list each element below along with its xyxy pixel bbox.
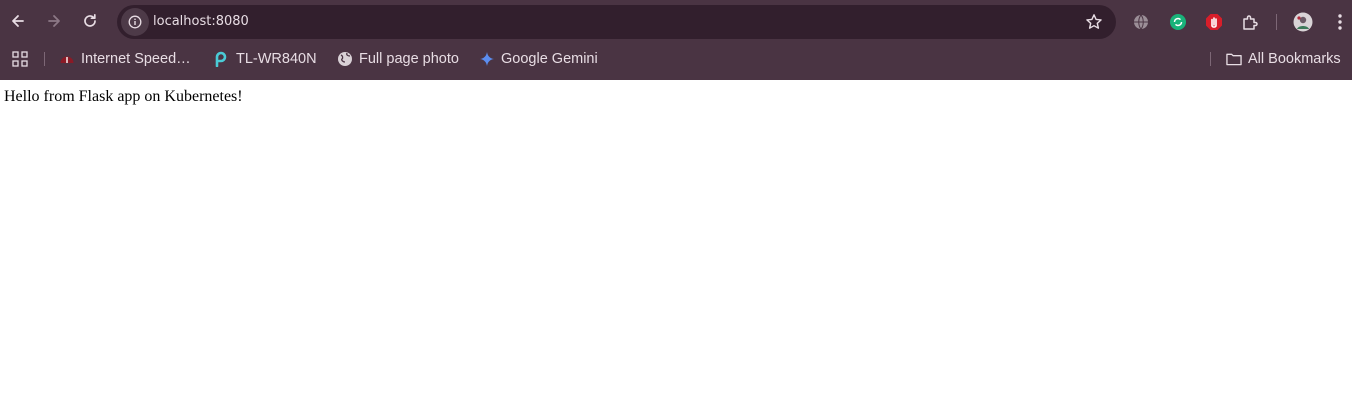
info-icon	[128, 15, 142, 29]
bookmark-star-button[interactable]	[1082, 10, 1106, 34]
avatar-icon	[1293, 12, 1313, 32]
red-hand-icon	[1206, 14, 1222, 30]
page-message: Hello from Flask app on Kubernetes!	[4, 88, 243, 105]
bookmark-label: Internet Speed…	[81, 51, 191, 67]
bookmark-label: Google Gemini	[501, 51, 598, 67]
adblock-extension-button[interactable]	[1202, 10, 1226, 34]
bookmarks-bar: Internet Speed… TL-WR840N Full page phot…	[0, 44, 1352, 74]
kebab-menu-icon	[1338, 14, 1342, 30]
globe-extension-icon	[1134, 14, 1148, 30]
profile-avatar-button[interactable]	[1291, 10, 1315, 34]
gemini-sparkle-icon	[479, 51, 495, 67]
browser-toolbar: localhost:8080	[0, 0, 1352, 44]
forward-button[interactable]	[40, 7, 68, 35]
bookmark-tl-wr840n[interactable]: TL-WR840N	[214, 47, 317, 71]
reload-icon	[84, 13, 96, 27]
sync-extension-button[interactable]	[1166, 10, 1190, 34]
apps-button[interactable]	[12, 47, 28, 71]
toolbar-divider	[1276, 14, 1277, 30]
bookmarks-divider	[44, 52, 45, 66]
tplink-icon	[214, 51, 230, 67]
folder-icon	[1226, 51, 1242, 67]
translate-extension-button[interactable]	[1129, 10, 1153, 34]
puzzle-icon	[1243, 15, 1258, 30]
browser-chrome: localhost:8080 Internet Speed… TL-WR840N…	[0, 0, 1352, 80]
url-text[interactable]: localhost:8080	[153, 5, 249, 39]
bookmark-label: Full page photo	[359, 51, 459, 67]
bookmark-full-page-photo[interactable]: Full page photo	[337, 47, 459, 71]
globe-icon	[337, 51, 353, 67]
all-bookmarks-label: All Bookmarks	[1248, 51, 1341, 67]
bookmark-internet-speed[interactable]: Internet Speed…	[59, 47, 191, 71]
extensions-button[interactable]	[1238, 10, 1262, 34]
bookmark-label: TL-WR840N	[236, 51, 317, 67]
all-bookmarks-button[interactable]: All Bookmarks	[1226, 47, 1341, 71]
address-bar[interactable]: localhost:8080	[117, 5, 1116, 39]
browser-menu-button[interactable]	[1328, 10, 1352, 34]
arrow-left-icon	[12, 15, 24, 27]
star-icon	[1086, 14, 1102, 29]
apps-grid-icon	[12, 51, 28, 67]
back-button[interactable]	[4, 7, 32, 35]
reload-button[interactable]	[76, 7, 104, 35]
arrow-right-icon	[48, 15, 60, 27]
bookmarks-divider-right	[1210, 52, 1211, 66]
bookmark-google-gemini[interactable]: Google Gemini	[479, 47, 598, 71]
site-info-button[interactable]	[121, 8, 149, 36]
speedometer-icon	[59, 51, 75, 67]
green-sync-icon	[1170, 14, 1186, 30]
